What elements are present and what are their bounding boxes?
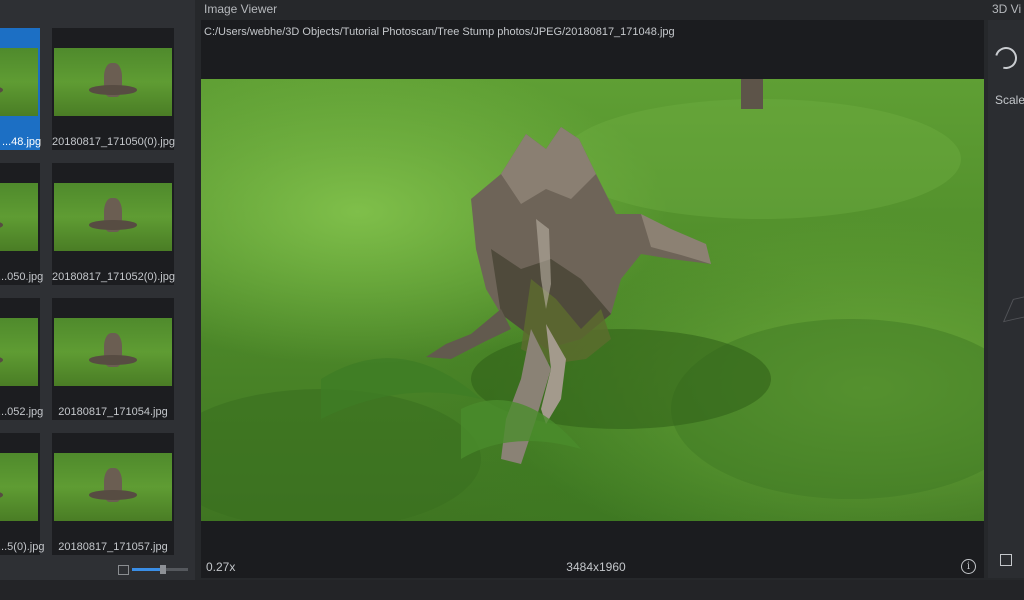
slider-handle[interactable] xyxy=(159,565,166,574)
gallery-thumbnail[interactable]: 20180817_171050(0).jpg xyxy=(52,28,175,150)
image-viewer-title: Image Viewer xyxy=(204,2,278,16)
thumbnail-label: ...48.jpg xyxy=(2,136,42,148)
thumbnail-size-icon xyxy=(118,565,129,575)
3d-viewport[interactable]: Scale xyxy=(988,20,1024,578)
orbit-icon[interactable] xyxy=(990,42,1022,74)
slider-fill xyxy=(132,568,163,571)
thumbnail-image xyxy=(54,318,172,386)
gallery-thumbnail[interactable]: 20180817_171057.jpg xyxy=(52,433,174,555)
tree-stump-photo xyxy=(201,79,984,521)
gallery-thumbnail[interactable]: ...5(0).jpg xyxy=(0,433,45,555)
thumbnail-image xyxy=(54,48,172,116)
thumbnail-image xyxy=(0,48,38,116)
thumbnail-label: 20180817_171054.jpg xyxy=(58,406,168,418)
thumbnail-label: 20180817_171050(0).jpg xyxy=(52,136,175,148)
thumbnail-image xyxy=(0,318,38,386)
thumbnail-image xyxy=(0,453,38,521)
thumbnail-image xyxy=(0,183,38,251)
thumbnail-image xyxy=(54,453,172,521)
thumbnail-label: ...052.jpg xyxy=(0,406,44,418)
image-path: C:/Users/webhe/3D Objects/Tutorial Photo… xyxy=(204,26,675,38)
3d-viewer-checkbox[interactable] xyxy=(1000,554,1012,566)
thumbnail-label: 20180817_171057.jpg xyxy=(58,541,168,553)
3d-grid xyxy=(1002,291,1024,323)
gallery-thumbnail[interactable]: ...050.jpg xyxy=(0,163,44,285)
status-bar xyxy=(0,580,1024,600)
gallery-thumbnail[interactable]: 20180817_171052(0).jpg xyxy=(52,163,175,285)
3d-viewer-panel: Scale xyxy=(988,20,1024,578)
info-icon[interactable]: i xyxy=(961,559,976,574)
3d-viewer-title: 3D Vi xyxy=(992,2,1022,16)
image-gallery: ...48.jpg 20180817_171050(0).jpg ...050.… xyxy=(0,0,195,580)
image-resolution: 3484x1960 xyxy=(566,560,626,574)
slider-track[interactable] xyxy=(132,565,188,574)
thumbnail-size-slider[interactable] xyxy=(118,565,190,575)
gallery-thumbnail[interactable]: 20180817_171054.jpg xyxy=(52,298,174,420)
thumbnail-image xyxy=(54,183,172,251)
thumbnail-label: ...050.jpg xyxy=(0,271,44,283)
gallery-thumbnail[interactable]: ...48.jpg xyxy=(0,28,42,150)
image-viewer-footer: 0.27x 3484x1960 i xyxy=(201,558,984,578)
thumbnail-label: 20180817_171052(0).jpg xyxy=(52,271,175,283)
thumbnail-label: ...5(0).jpg xyxy=(0,541,45,553)
image-viewer-panel: C:/Users/webhe/3D Objects/Tutorial Photo… xyxy=(201,20,984,578)
image-canvas[interactable] xyxy=(201,79,984,521)
scale-label: Scale xyxy=(995,93,1024,107)
gallery-thumbnail[interactable]: ...052.jpg xyxy=(0,298,44,420)
